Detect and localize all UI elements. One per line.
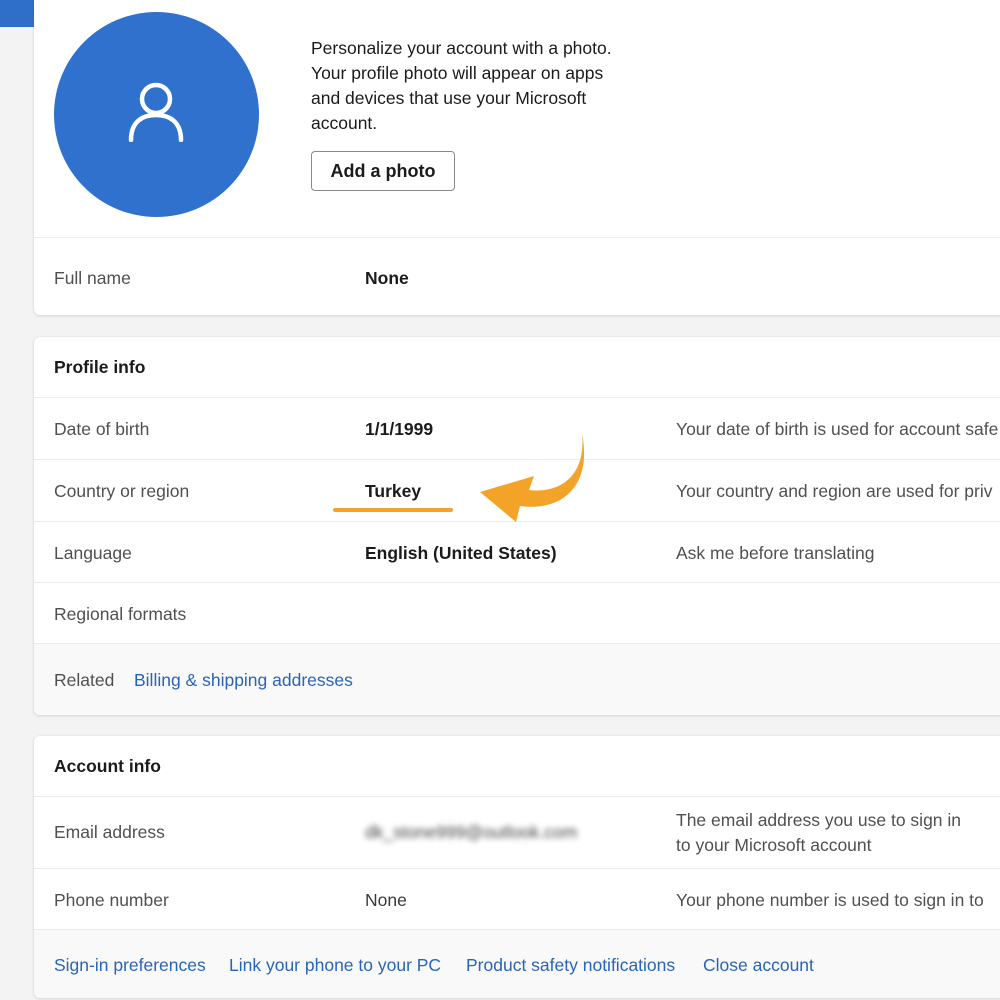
date-of-birth-value: 1/1/1999 [365, 419, 434, 439]
account-info-card: Account info Email address dk_stone999@o… [34, 736, 1000, 998]
link-phone-link[interactable]: Link your phone to your PC [229, 955, 441, 976]
country-label: Country or region [54, 481, 190, 501]
related-label: Related [54, 670, 115, 690]
photo-description: Personalize your account with a photo. Y… [311, 38, 612, 133]
language-desc: Ask me before translating [676, 543, 875, 563]
email-desc-line1: The email address you use to sign in [676, 810, 962, 830]
email-desc-line2: to your Microsoft account [676, 835, 872, 855]
divider [34, 397, 1000, 398]
highlight-underline [333, 508, 453, 512]
profile-info-heading: Profile info [54, 357, 146, 377]
profile-info-card: Profile info Date of birth 1/1/1999 Your… [34, 337, 1000, 715]
date-of-birth-label: Date of birth [54, 419, 150, 439]
divider [34, 237, 1000, 238]
language-value: English (United States) [365, 543, 557, 563]
person-icon [128, 82, 184, 142]
billing-shipping-link[interactable]: Billing & shipping addresses [134, 670, 353, 691]
full-name-label: Full name [54, 268, 131, 288]
divider [34, 582, 1000, 583]
country-desc: Your country and region are used for pri… [676, 481, 993, 501]
phone-label: Phone number [54, 890, 169, 910]
profile-photo-card: Personalize your account with a photo. Y… [34, 0, 1000, 315]
phone-value: None [365, 890, 407, 910]
email-value: dk_stone999@outlook.com [365, 822, 578, 842]
phone-desc: Your phone number is used to sign in to [676, 890, 984, 910]
close-account-link[interactable]: Close account [703, 955, 814, 976]
language-label: Language [54, 543, 132, 563]
email-label: Email address [54, 822, 165, 842]
full-name-value: None [365, 268, 409, 288]
divider [34, 868, 1000, 869]
avatar[interactable] [54, 12, 259, 217]
sign-in-preferences-link[interactable]: Sign-in preferences [54, 955, 206, 976]
date-of-birth-desc: Your date of birth is used for account s… [676, 419, 999, 439]
regional-formats-label: Regional formats [54, 604, 187, 624]
country-value: Turkey [365, 481, 422, 501]
add-photo-button[interactable]: Add a photo [311, 151, 455, 191]
divider [34, 796, 1000, 797]
account-info-heading: Account info [54, 756, 161, 776]
arrow-annotation-icon [480, 434, 585, 522]
product-safety-link[interactable]: Product safety notifications [466, 955, 675, 976]
